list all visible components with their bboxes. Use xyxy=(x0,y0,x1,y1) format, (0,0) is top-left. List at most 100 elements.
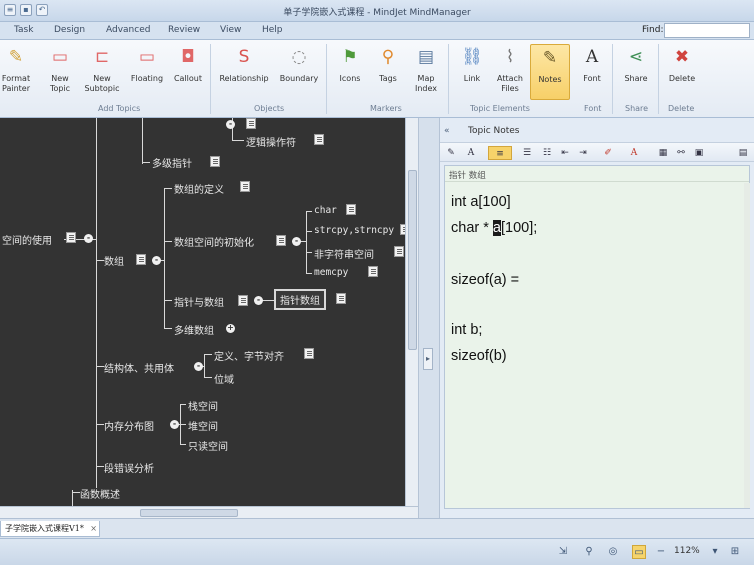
map-node[interactable]: 多级指针 xyxy=(152,155,192,170)
bullets-icon[interactable]: ☰ xyxy=(520,146,534,160)
map-node[interactable]: 函数概述 xyxy=(80,486,120,501)
note-line[interactable]: int a[100] xyxy=(451,194,511,210)
note-icon[interactable] xyxy=(240,181,250,192)
find-input[interactable] xyxy=(664,23,750,38)
scroll-thumb[interactable] xyxy=(408,170,417,350)
indent-icon[interactable]: ⇥ xyxy=(576,146,590,160)
map-view-icon[interactable]: ⇲ xyxy=(556,545,570,559)
share-button[interactable]: ⋖ Share xyxy=(616,46,656,84)
tags-button[interactable]: ⚲ Tags xyxy=(368,46,408,84)
document-tab[interactable]: 子学院嵌入式课程V1* × xyxy=(0,521,100,537)
font-color-icon[interactable]: A xyxy=(626,146,642,160)
collapse-icon[interactable]: - xyxy=(84,234,93,243)
notes-view-icon[interactable]: ▭ xyxy=(632,545,646,559)
tab-task[interactable]: Task xyxy=(14,25,33,35)
floating-topic-button[interactable]: ▭ Floating xyxy=(127,46,167,84)
map-node[interactable]: strcpy,strncpy xyxy=(314,225,394,236)
numbering-icon[interactable]: ☷ xyxy=(540,146,554,160)
more-icon[interactable]: ▤ xyxy=(736,146,750,160)
map-canvas[interactable]: 逻辑操作符 - 多级指针 空间的使用 - 数组 - 数组的定义 数组空间的初始化… xyxy=(0,118,418,518)
note-line[interactable]: sizeof(b) xyxy=(451,348,507,364)
tab-review[interactable]: Review xyxy=(168,25,200,35)
note-icon[interactable] xyxy=(368,266,378,277)
map-node[interactable]: 内存分布图 xyxy=(104,418,154,433)
format-icon[interactable]: ✎ xyxy=(444,146,458,160)
new-topic-button[interactable]: ▭ New Topic xyxy=(40,46,80,94)
notes-editor[interactable]: 指针 数组 int a[100] char * a[100]; sizeof(a… xyxy=(444,165,750,509)
map-node[interactable]: 定义、字节对齐 xyxy=(214,348,284,363)
map-node[interactable]: 非字符串空间 xyxy=(314,246,374,261)
map-node[interactable]: 数组的定义 xyxy=(174,181,224,196)
scroll-thumb[interactable] xyxy=(140,509,238,517)
note-line[interactable]: int b; xyxy=(451,322,482,338)
outdent-icon[interactable]: ⇤ xyxy=(558,146,572,160)
note-icon[interactable] xyxy=(238,295,248,306)
close-tab-icon[interactable]: × xyxy=(90,521,97,536)
link-icon[interactable]: ⚯ xyxy=(674,146,688,160)
selected-text[interactable]: a xyxy=(492,220,501,236)
map-node[interactable]: 数组 xyxy=(104,253,124,268)
relationship-button[interactable]: S Relationship xyxy=(218,46,270,84)
image-icon[interactable]: ▣ xyxy=(692,146,706,160)
note-icon[interactable] xyxy=(304,348,314,359)
focus-icon[interactable]: ◎ xyxy=(606,545,620,559)
map-node[interactable]: 多维数组 xyxy=(174,322,214,337)
map-index-button[interactable]: ▤ Map Index xyxy=(406,46,446,94)
collapse-pane-icon[interactable]: « xyxy=(444,126,450,136)
selected-map-node[interactable]: 指针数组 xyxy=(274,289,326,310)
format-painter-button[interactable]: ✎ Format Painter xyxy=(0,46,36,94)
note-icon[interactable] xyxy=(246,118,256,129)
new-subtopic-button[interactable]: ⊏ New Subtopic xyxy=(82,46,122,94)
map-node[interactable]: 堆空间 xyxy=(188,418,218,433)
fit-map-icon[interactable]: ⊞ xyxy=(728,545,742,559)
collapse-icon[interactable]: - xyxy=(292,237,301,246)
note-icon[interactable] xyxy=(394,246,404,257)
note-line[interactable]: char * a[100]; xyxy=(451,220,537,236)
filter-icon[interactable]: ⚲ xyxy=(582,545,596,559)
map-node[interactable]: 结构体、共用体 xyxy=(104,360,174,375)
collapse-icon[interactable]: - xyxy=(152,256,161,265)
zoom-dropdown-icon[interactable]: ▾ xyxy=(708,545,722,559)
delete-button[interactable]: ✖ Delete xyxy=(662,46,702,84)
map-vertical-scrollbar[interactable] xyxy=(405,118,418,518)
note-line[interactable]: sizeof(a) = xyxy=(451,272,519,288)
map-node[interactable]: memcpy xyxy=(314,267,348,278)
note-icon[interactable] xyxy=(346,204,356,215)
central-topic[interactable]: 空间的使用 xyxy=(2,232,52,247)
note-icon[interactable] xyxy=(314,134,324,145)
notes-scrollbar[interactable] xyxy=(744,183,750,508)
highlight-icon[interactable]: ✐ xyxy=(600,146,616,160)
callout-button[interactable]: ◘ Callout xyxy=(168,46,208,84)
collapse-icon[interactable]: - xyxy=(254,296,263,305)
boundary-button[interactable]: ◌ Boundary xyxy=(276,46,322,84)
map-node[interactable]: char xyxy=(314,205,337,216)
note-icon[interactable] xyxy=(276,235,286,246)
map-node[interactable]: 位域 xyxy=(214,371,234,386)
map-node[interactable]: 指针与数组 xyxy=(174,294,224,309)
font-style-icon[interactable]: A xyxy=(464,146,478,160)
icons-button[interactable]: ⚑ Icons xyxy=(330,46,370,84)
attach-files-button[interactable]: ⌇ Attach Files xyxy=(490,46,530,94)
collapse-icon[interactable]: - xyxy=(170,420,179,429)
pane-splitter[interactable]: ▸ xyxy=(418,118,440,518)
collapse-icon[interactable]: - xyxy=(194,362,203,371)
note-icon[interactable] xyxy=(136,254,146,265)
map-node[interactable]: 栈空间 xyxy=(188,398,218,413)
map-node[interactable]: 逻辑操作符 xyxy=(246,134,296,149)
tab-design[interactable]: Design xyxy=(54,25,85,35)
splitter-grip-icon[interactable]: ▸ xyxy=(423,348,433,370)
tab-help[interactable]: Help xyxy=(262,25,283,35)
link-button[interactable]: ⛓ Link xyxy=(452,46,492,84)
notes-button[interactable]: ✎ Notes xyxy=(530,44,570,100)
map-horizontal-scrollbar[interactable] xyxy=(0,506,418,518)
map-node[interactable]: 段错误分析 xyxy=(104,460,154,475)
note-icon[interactable] xyxy=(210,156,220,167)
note-icon[interactable] xyxy=(336,293,346,304)
map-node[interactable]: 数组空间的初始化 xyxy=(174,234,254,249)
expand-icon[interactable]: + xyxy=(226,324,235,333)
table-icon[interactable]: ▦ xyxy=(656,146,670,160)
expand-icon[interactable]: - xyxy=(226,120,235,129)
align-left-icon[interactable]: ≡ xyxy=(488,146,512,160)
font-button[interactable]: A Font xyxy=(572,46,612,84)
zoom-out-icon[interactable]: − xyxy=(654,545,668,559)
